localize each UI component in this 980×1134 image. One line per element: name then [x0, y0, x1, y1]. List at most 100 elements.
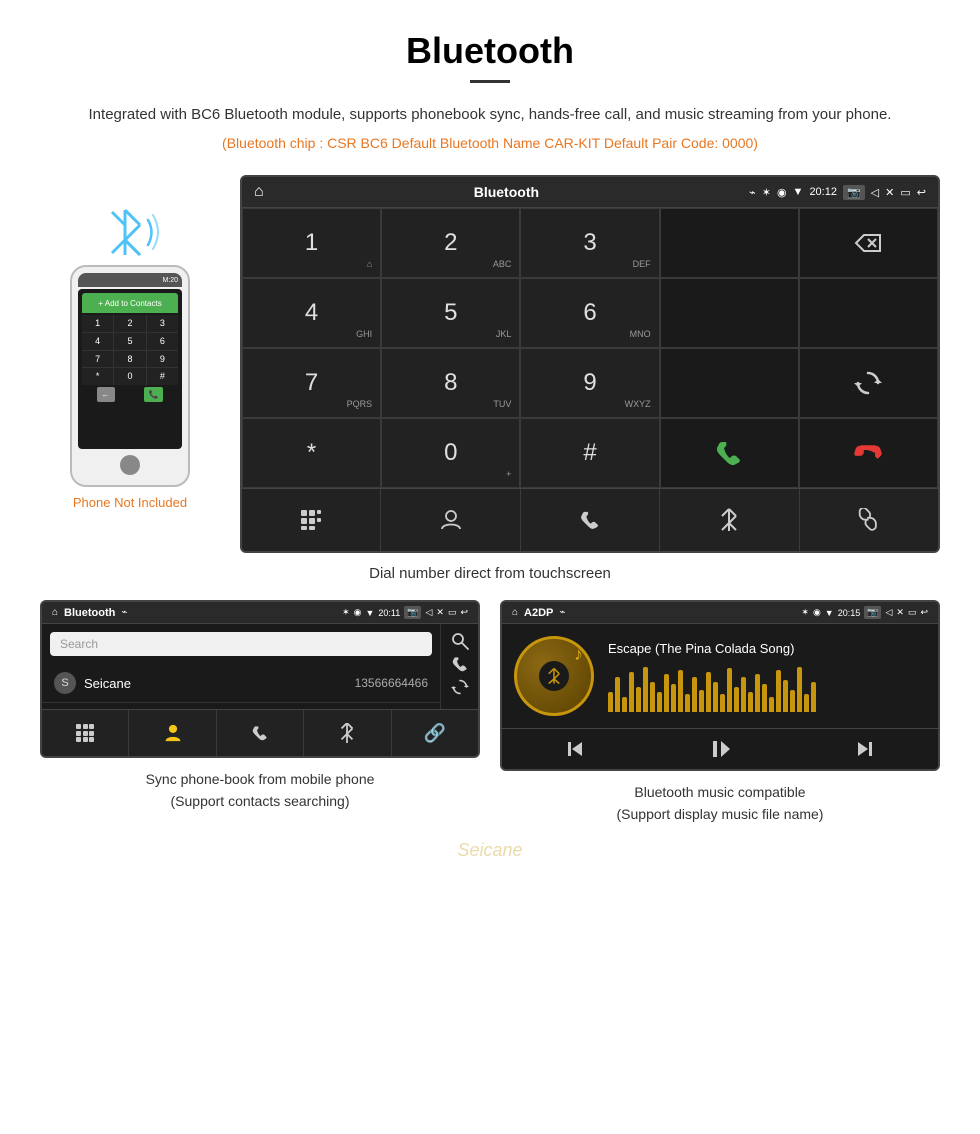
music-home-icon[interactable]: ⌂ — [512, 607, 518, 618]
key-star[interactable]: * — [242, 418, 381, 488]
dialpad-btn-bluetooth[interactable] — [660, 489, 799, 551]
volume-icon[interactable]: ◁ — [871, 186, 879, 199]
key-1[interactable]: 1 ⌂ — [242, 208, 381, 278]
grid-icon — [300, 509, 322, 531]
skip-back-icon — [563, 737, 587, 761]
dialpad-grid: 1 ⌂ 2 ABC 3 DEF — [242, 208, 938, 488]
phone-illustration: M:20 + Add to Contacts 1 2 3 4 5 6 7 8 — [40, 175, 220, 510]
phone-key-hash: # — [147, 368, 178, 385]
key-0[interactable]: 0 + — [381, 418, 520, 488]
pb-camera-icon: 📷 — [404, 606, 421, 619]
contact-initial: S — [61, 677, 68, 689]
eq-bar — [678, 670, 683, 712]
key-blank-3 — [799, 278, 938, 348]
home-icon[interactable]: ⌂ — [254, 183, 264, 201]
close-icon[interactable]: ✕ — [885, 186, 894, 199]
pb-rect-icon[interactable]: ▭ — [448, 607, 457, 618]
pb-btn-link[interactable]: 🔗 — [392, 710, 478, 756]
key-backspace[interactable] — [799, 208, 938, 278]
dialpad-btn-contacts[interactable] — [381, 489, 520, 551]
eq-bar — [741, 677, 746, 712]
bluetooth-waves-icon — [90, 195, 170, 265]
pb-btn-grid[interactable] — [42, 710, 129, 756]
pb-time: 20:11 — [378, 608, 400, 618]
pb-search-placeholder: Search — [60, 637, 98, 651]
key-blank-2 — [660, 278, 799, 348]
pb-btn-person[interactable] — [129, 710, 216, 756]
music-status-left: ⌂ A2DP ⌁ — [512, 607, 565, 619]
key-3[interactable]: 3 DEF — [520, 208, 659, 278]
pb-search-icon-btn[interactable] — [451, 632, 469, 655]
key-6[interactable]: 6 MNO — [520, 278, 659, 348]
eq-bar — [629, 672, 634, 712]
key-5[interactable]: 5 JKL — [381, 278, 520, 348]
key-2[interactable]: 2 ABC — [381, 208, 520, 278]
music-controls — [502, 728, 938, 769]
key-call-green[interactable] — [660, 418, 799, 488]
key-9[interactable]: 9 WXYZ — [520, 348, 659, 418]
music-info: Escape (The Pina Colada Song) — [608, 641, 926, 712]
music-caption: Bluetooth music compatible (Support disp… — [500, 781, 940, 826]
pb-search-bar[interactable]: Search — [50, 632, 432, 656]
pb-close-icon[interactable]: ✕ — [436, 607, 444, 618]
dialpad-btn-grid[interactable] — [242, 489, 381, 551]
dialpad-btn-link[interactable] — [800, 489, 938, 551]
play-pause-icon — [708, 737, 732, 761]
key-8[interactable]: 8 TUV — [381, 348, 520, 418]
phone-right-icon — [451, 655, 469, 673]
window-icon[interactable]: ▭ — [900, 186, 910, 199]
red-phone-icon — [853, 438, 883, 468]
key-hash[interactable]: # — [520, 418, 659, 488]
pb-caption-line1: Sync phone-book from mobile phone — [40, 768, 480, 790]
pb-contact-row[interactable]: S Seicane 13566664466 — [42, 664, 440, 703]
dialpad-bottom-bar — [242, 488, 938, 551]
key-blank-1 — [660, 208, 799, 278]
dial-caption: Dial number direct from touchscreen — [40, 565, 940, 582]
music-rect-icon[interactable]: ▭ — [908, 607, 917, 618]
pb-back-icon[interactable]: ↩ — [460, 607, 468, 618]
phone-back-btn: ← — [97, 387, 115, 402]
music-camera-icon: 📷 — [864, 606, 881, 619]
music-caption-line2: (Support display music file name) — [500, 803, 940, 825]
phone-key-8: 8 — [114, 351, 145, 368]
eq-bar — [664, 674, 669, 712]
music-usb-icon: ⌁ — [559, 607, 565, 618]
pb-bt-bottom-icon — [340, 723, 354, 743]
music-close-icon[interactable]: ✕ — [896, 607, 904, 618]
music-play-pause[interactable] — [647, 737, 792, 761]
dialpad-btn-phone[interactable] — [521, 489, 660, 551]
phone-status-text: M:20 — [162, 277, 178, 284]
phonebook-block: ⌂ Bluetooth ⌁ ✶ ◉ ▼ 20:11 📷 ◁ ✕ ▭ ↩ — [40, 600, 480, 826]
car-status-bar: ⌂ Bluetooth ⌁ ✶ ◉ ▼ 20:12 📷 ◁ ✕ ▭ ↩ — [242, 177, 938, 208]
music-status-bar: ⌂ A2DP ⌁ ✶ ◉ ▼ 20:15 📷 ◁ ✕ ▭ ↩ — [502, 602, 938, 624]
pb-refresh-icon-btn[interactable] — [451, 678, 469, 701]
search-icon — [451, 632, 469, 650]
music-block: ⌂ A2DP ⌁ ✶ ◉ ▼ 20:15 📷 ◁ ✕ ▭ ↩ — [500, 600, 940, 826]
pb-vol-icon[interactable]: ◁ — [425, 607, 432, 618]
music-caption-line1: Bluetooth music compatible — [500, 781, 940, 803]
key-call-red[interactable] — [799, 418, 938, 488]
music-skip-forward[interactable] — [793, 737, 938, 761]
car-dial-screen: ⌂ Bluetooth ⌁ ✶ ◉ ▼ 20:12 📷 ◁ ✕ ▭ ↩ — [240, 175, 940, 553]
pb-home-icon[interactable]: ⌂ — [52, 607, 58, 618]
key-4[interactable]: 4 GHI — [242, 278, 381, 348]
pb-btn-call[interactable] — [217, 710, 304, 756]
pb-phone-icon-btn[interactable] — [451, 655, 469, 678]
link-icon — [857, 508, 881, 532]
music-skip-back[interactable] — [502, 737, 647, 761]
music-note-icon: ♪ — [574, 644, 583, 665]
backspace-icon — [854, 233, 882, 253]
music-back-icon[interactable]: ↩ — [920, 607, 928, 618]
key-7[interactable]: 7 PQRS — [242, 348, 381, 418]
eq-bar — [811, 682, 816, 712]
refresh-right-icon — [451, 678, 469, 696]
back-icon[interactable]: ↩ — [917, 186, 926, 199]
pb-btn-bluetooth[interactable] — [304, 710, 391, 756]
music-content: ♪ Escape (The Pina Colada Song) — [502, 624, 938, 728]
music-vol-icon[interactable]: ◁ — [885, 607, 892, 618]
location-icon: ◉ — [777, 186, 787, 199]
key-refresh[interactable] — [799, 348, 938, 418]
eq-bar — [734, 687, 739, 712]
pb-loc-icon: ◉ — [354, 607, 362, 618]
phone-key-6: 6 — [147, 333, 178, 350]
